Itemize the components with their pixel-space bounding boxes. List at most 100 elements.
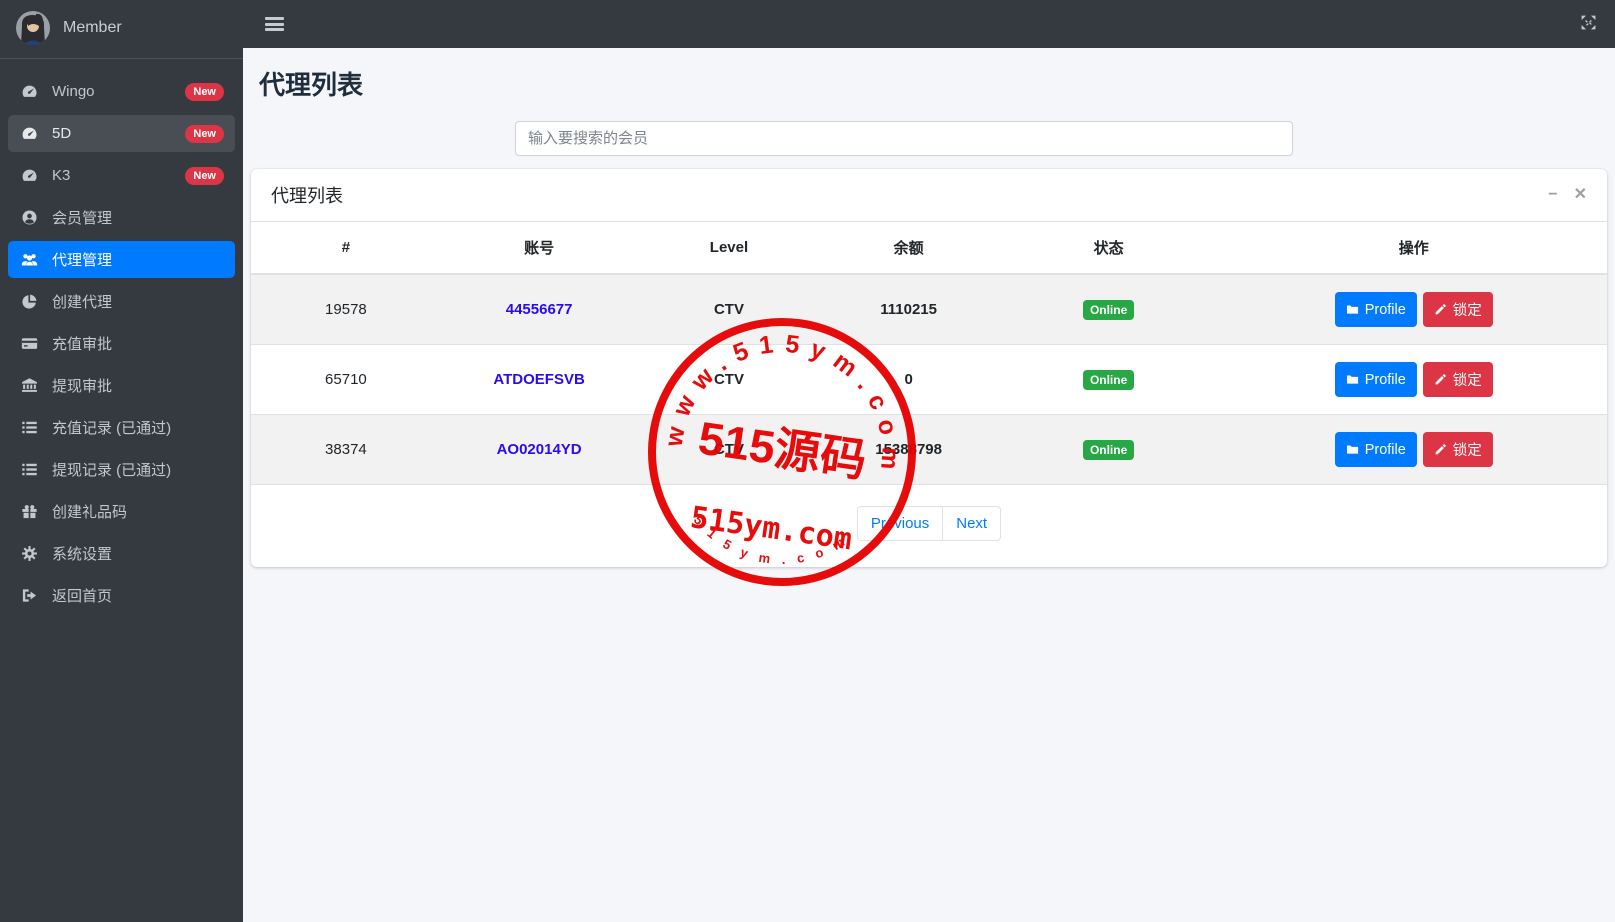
list-icon [19, 461, 39, 478]
tachometer-icon [19, 167, 39, 184]
card-title: 代理列表 [271, 186, 343, 206]
profile-button[interactable]: Profile [1334, 362, 1417, 397]
sidebar-item-label: 创建代理 [52, 294, 113, 311]
lock-button-label: 锁定 [1452, 373, 1482, 389]
pencil-icon [1435, 304, 1446, 315]
user-name: Member [63, 19, 122, 36]
tachometer-icon [19, 125, 39, 142]
sidebar-item-label: 会员管理 [52, 210, 113, 227]
tachometer-icon [19, 83, 39, 100]
sign-out-icon [19, 587, 39, 604]
sidebar-item-k3[interactable]: K3 New [8, 157, 235, 194]
cell-id: 65710 [251, 344, 441, 415]
search-input[interactable] [515, 121, 1293, 156]
sidebar-item-label: 充值审批 [52, 336, 113, 353]
profile-button-label: Profile [1364, 301, 1406, 318]
folder-icon [1346, 305, 1358, 314]
sidebar-item-back-home[interactable]: 返回首页 [8, 577, 235, 614]
folder-icon [1346, 375, 1358, 384]
list-icon [19, 419, 39, 436]
sidebar-item-5d[interactable]: 5D New [8, 115, 235, 152]
hamburger-menu-button[interactable] [265, 17, 284, 31]
minimize-icon[interactable]: − [1548, 187, 1557, 203]
sidebar-item-recharge-records[interactable]: 充值记录 (已通过) [8, 409, 235, 446]
credit-card-icon [19, 335, 39, 352]
card-tools: − ✕ [1548, 187, 1587, 203]
cell-level: CTV [637, 273, 821, 345]
folder-icon [1346, 445, 1358, 454]
profile-button-label: Profile [1364, 441, 1406, 458]
profile-button[interactable]: Profile [1334, 292, 1417, 327]
col-header-id: # [251, 222, 441, 275]
next-page-button[interactable]: Next [942, 506, 1002, 541]
gift-icon [19, 503, 39, 520]
avatar [16, 11, 50, 45]
content-header: 代理列表 [243, 48, 1615, 108]
table-row: 19578 44556677 CTV 1110215 Online Profil… [251, 273, 1607, 345]
lock-button[interactable]: 锁定 [1422, 292, 1493, 327]
card-header: 代理列表 − ✕ [251, 169, 1607, 222]
lock-button[interactable]: 锁定 [1422, 362, 1493, 397]
user-circle-icon [19, 209, 39, 226]
new-badge: New [185, 124, 224, 143]
account-link[interactable]: ATDOEFSVB [493, 371, 584, 388]
sidebar-item-label: 5D [52, 125, 72, 142]
sidebar-item-withdraw-approval[interactable]: 提现审批 [8, 367, 235, 404]
cell-level: CTV [637, 344, 821, 415]
main-area: 代理列表 代理列表 − ✕ # 账号 Level 余额 状态 [243, 0, 1615, 922]
cell-balance: 0 [820, 344, 997, 415]
sidebar-item-wingo[interactable]: Wingo New [8, 73, 235, 110]
table-row: 65710 ATDOEFSVB CTV 0 Online Profile 锁定 [251, 344, 1607, 415]
account-link[interactable]: AO02014YD [497, 441, 582, 458]
col-header-balance: 余额 [820, 222, 997, 275]
cell-balance: 15388798 [820, 414, 997, 484]
avatar-image [16, 11, 50, 45]
sidebar-item-agents[interactable]: 代理管理 [8, 241, 235, 278]
sidebar-item-gift-code[interactable]: 创建礼品码 [8, 493, 235, 530]
sidebar-item-label: 代理管理 [52, 252, 113, 269]
agent-table: # 账号 Level 余额 状态 操作 19578 44556677 CTV 1… [251, 222, 1607, 484]
gear-icon [19, 545, 39, 562]
sidebar-item-members[interactable]: 会员管理 [8, 199, 235, 236]
lock-button[interactable]: 锁定 [1422, 432, 1493, 467]
sidebar-item-label: 提现记录 (已通过) [52, 462, 172, 479]
sidebar-item-label: 创建礼品码 [52, 504, 128, 521]
close-icon[interactable]: ✕ [1574, 187, 1587, 203]
cell-id: 38374 [251, 414, 441, 484]
sidebar-item-label: Wingo [52, 83, 95, 100]
col-header-status: 状态 [996, 222, 1221, 275]
pagination: Previous Next [251, 484, 1607, 567]
account-link[interactable]: 44556677 [506, 301, 573, 318]
fullscreen-button[interactable] [1580, 14, 1597, 34]
cell-id: 19578 [251, 273, 441, 345]
profile-button-label: Profile [1364, 371, 1406, 388]
sidebar-item-label: 返回首页 [52, 588, 113, 605]
sidebar-item-recharge-approval[interactable]: 充值审批 [8, 325, 235, 362]
expand-icon [1581, 15, 1596, 30]
page-title: 代理列表 [259, 70, 364, 100]
table-row: 38374 AO02014YD CTV 15388798 Online Prof… [251, 414, 1607, 484]
search-row [243, 121, 1615, 156]
sidebar: Member Wingo New 5D New K3 New 会员管理 代理管理… [0, 0, 243, 922]
sidebar-item-settings[interactable]: 系统设置 [8, 535, 235, 572]
col-header-level: Level [637, 222, 821, 275]
sidebar-item-label: 系统设置 [52, 546, 113, 563]
sidebar-item-withdraw-records[interactable]: 提现记录 (已通过) [8, 451, 235, 488]
user-panel[interactable]: Member [0, 0, 243, 59]
sidebar-item-create-agent[interactable]: 创建代理 [8, 283, 235, 320]
lock-button-label: 锁定 [1452, 443, 1482, 459]
pie-chart-icon [19, 293, 39, 310]
cell-level: CTV [637, 414, 821, 484]
cell-balance: 1110215 [820, 273, 997, 345]
profile-button[interactable]: Profile [1334, 432, 1417, 467]
sidebar-item-label: K3 [52, 167, 71, 184]
status-badge: Online [1082, 439, 1135, 460]
previous-page-button[interactable]: Previous [856, 506, 944, 541]
col-header-account: 账号 [440, 222, 638, 275]
new-badge: New [185, 82, 224, 101]
sidebar-nav: Wingo New 5D New K3 New 会员管理 代理管理 创建代理 充… [0, 59, 243, 614]
agent-list-card: 代理列表 − ✕ # 账号 Level 余额 状态 操作 19578 44556… [251, 169, 1607, 567]
sidebar-item-label: 充值记录 (已通过) [52, 420, 172, 437]
col-header-actions: 操作 [1220, 222, 1607, 275]
pencil-icon [1435, 444, 1446, 455]
